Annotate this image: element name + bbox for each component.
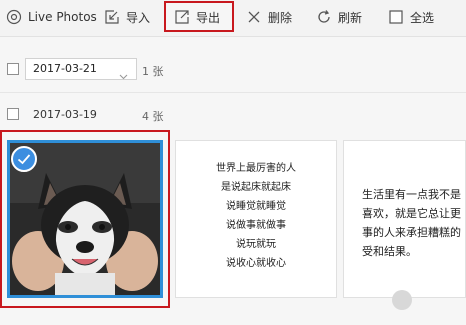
divider — [0, 92, 466, 93]
import-button[interactable]: 导入 — [104, 6, 150, 28]
text-line: 喜欢，就是它总让更 — [362, 207, 461, 220]
refresh-label: 刷新 — [338, 10, 363, 25]
date-dropdown-value: 2017-03-21 — [33, 62, 97, 75]
text-line: 是说起床就起床 — [221, 182, 291, 193]
select-all-button[interactable]: 全选 — [388, 6, 434, 28]
text-line: 说睡觉就睡觉 — [226, 201, 286, 212]
live-photos-label: Live Photos — [28, 10, 97, 24]
select-all-label: 全选 — [410, 10, 435, 25]
watermark-logo — [392, 286, 462, 314]
photo-thumbnail-text-1[interactable]: 世界上最厉害的人 是说起床就起床 说睡觉就睡觉 说做事就做事 说玩就玩 说收心就… — [175, 140, 337, 298]
text-line: 说玩就玩 — [236, 239, 276, 250]
chevron-down-icon — [119, 67, 128, 87]
photo-manager-window: Live Photos 导入 导出 删除 刷新 全选 2017-03-21 1 … — [0, 0, 466, 325]
delete-icon — [246, 9, 262, 25]
export-button[interactable]: 导出 — [174, 6, 220, 28]
delete-label: 删除 — [268, 10, 293, 25]
refresh-icon — [316, 9, 332, 25]
export-icon — [174, 9, 190, 25]
date-label: 2017-03-19 — [33, 108, 97, 121]
import-icon — [104, 9, 120, 25]
photo-count: 4 张 — [142, 110, 164, 123]
text-line: 生活里有一点我不是 — [362, 188, 461, 201]
date-group-row: 2017-03-21 1 张 — [0, 55, 466, 85]
export-label: 导出 — [196, 10, 221, 25]
date-group-row: 2017-03-19 4 张 — [0, 100, 466, 130]
refresh-button[interactable]: 刷新 — [316, 6, 362, 28]
delete-button[interactable]: 删除 — [246, 6, 292, 28]
watermark-icon — [392, 290, 412, 310]
text-line: 世界上最厉害的人 — [216, 163, 296, 174]
date-dropdown[interactable]: 2017-03-21 — [25, 58, 137, 80]
text-line: 说做事就做事 — [226, 220, 286, 231]
selected-check-icon[interactable] — [11, 146, 37, 172]
text-line: 受和结果。 — [362, 245, 417, 258]
text-line: 事的人来承担糟糕的 — [362, 226, 461, 239]
photo-thumbnail-text-2[interactable]: 生活里有一点我不是 喜欢，就是它总让更 事的人来承担糟糕的 受和结果。 — [343, 140, 466, 298]
group-checkbox[interactable] — [7, 63, 19, 75]
live-photos-icon — [6, 9, 22, 25]
live-photos-button[interactable]: Live Photos — [6, 6, 97, 28]
checkbox-icon — [388, 9, 404, 25]
import-label: 导入 — [126, 10, 151, 25]
text-line: 说收心就收心 — [226, 258, 286, 269]
group-checkbox[interactable] — [7, 108, 19, 120]
toolbar: Live Photos 导入 导出 删除 刷新 全选 — [0, 0, 466, 37]
photo-count: 1 张 — [142, 65, 164, 78]
